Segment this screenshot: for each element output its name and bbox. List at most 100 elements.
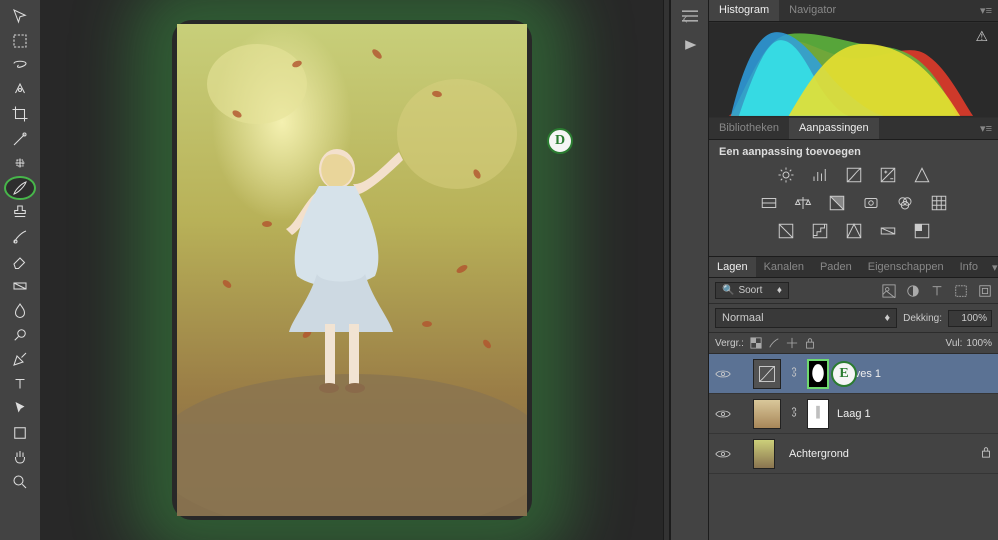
eyedropper-tool[interactable]	[4, 127, 36, 152]
tab-navigator[interactable]: Navigator	[779, 0, 846, 21]
adjustment-thumb[interactable]	[753, 359, 781, 389]
lut-icon[interactable]	[929, 194, 949, 212]
lock-icon	[980, 446, 992, 461]
layer-thumb[interactable]	[753, 439, 775, 469]
blur-tool[interactable]	[4, 298, 36, 323]
layer-row-curves[interactable]: Curves 1 E	[709, 354, 998, 394]
tab-lagen[interactable]: Lagen	[709, 257, 756, 277]
pen-tool[interactable]	[4, 347, 36, 372]
layers-tabs: Lagen Kanalen Paden Eigenschappen Info ▾…	[709, 256, 998, 278]
hand-tool[interactable]	[4, 445, 36, 470]
opacity-label: Dekking:	[903, 313, 942, 324]
filter-shape-icon[interactable]	[954, 284, 968, 298]
gradient-map-icon[interactable]	[878, 222, 898, 240]
layer-filter-dropdown[interactable]: 🔍Soort♦	[715, 282, 789, 299]
layers-flyout-icon[interactable]: ▾≡	[986, 257, 998, 277]
lock-position-icon[interactable]	[786, 337, 798, 349]
lock-transparency-icon[interactable]	[750, 337, 762, 349]
stamp-tool[interactable]	[4, 200, 36, 225]
layer-mask-thumb[interactable]	[807, 359, 829, 389]
collapsed-panel-strip	[670, 0, 708, 540]
tab-aanpassingen[interactable]: Aanpassingen	[789, 118, 879, 139]
filter-pixel-icon[interactable]	[882, 284, 896, 298]
histogram-tabs: Histogram Navigator ▾≡	[709, 0, 998, 22]
visibility-toggle[interactable]	[715, 366, 731, 382]
fill-field[interactable]: 100%	[966, 338, 992, 349]
adjustments-heading: Een aanpassing toevoegen	[719, 146, 988, 158]
tab-kanalen[interactable]: Kanalen	[756, 257, 812, 277]
hue-icon[interactable]	[759, 194, 779, 212]
path-select-tool[interactable]	[4, 396, 36, 421]
adjustments-flyout-icon[interactable]: ▾≡	[974, 118, 998, 139]
layer-row-achtergrond[interactable]: Achtergrond	[709, 434, 998, 474]
tab-info[interactable]: Info	[952, 257, 986, 277]
filter-type-icon[interactable]	[930, 284, 944, 298]
marker-e: E	[831, 361, 857, 387]
healing-tool[interactable]	[4, 151, 36, 176]
histogram-warning-icon[interactable]: ⚠	[975, 28, 988, 45]
zoom-tool[interactable]	[4, 470, 36, 495]
brush-tool[interactable]	[4, 176, 36, 201]
dodge-tool[interactable]	[4, 323, 36, 348]
blend-row: Normaal♦ Dekking: 100%	[709, 304, 998, 333]
lock-row: Vergr.: Vul: 100%	[709, 333, 998, 354]
quick-select-tool[interactable]	[4, 78, 36, 103]
expand-panel-icon[interactable]	[680, 8, 700, 27]
invert-icon[interactable]	[776, 222, 796, 240]
levels-icon[interactable]	[810, 166, 830, 184]
balance-icon[interactable]	[793, 194, 813, 212]
fill-label: Vul:	[946, 338, 963, 349]
crop-tool[interactable]	[4, 102, 36, 127]
canvas-area[interactable]: D	[40, 0, 663, 540]
marker-d: D	[547, 128, 573, 154]
tab-histogram[interactable]: Histogram	[709, 0, 779, 21]
exposure-icon[interactable]	[878, 166, 898, 184]
tab-bibliotheken[interactable]: Bibliotheken	[709, 118, 789, 139]
opacity-field[interactable]: 100%	[948, 310, 992, 327]
tab-paden[interactable]: Paden	[812, 257, 860, 277]
adjustments-tabs: Bibliotheken Aanpassingen ▾≡	[709, 118, 998, 140]
channel-mixer-icon[interactable]	[895, 194, 915, 212]
layer-list: Curves 1 E Laag 1 Achtergrond	[709, 354, 998, 540]
layer-thumb[interactable]	[753, 399, 781, 429]
posterize-icon[interactable]	[810, 222, 830, 240]
histogram-display: ⚠	[709, 22, 998, 118]
lasso-tool[interactable]	[4, 53, 36, 78]
shape-tool[interactable]	[4, 421, 36, 446]
brightness-icon[interactable]	[776, 166, 796, 184]
layer-row-laag1[interactable]: Laag 1	[709, 394, 998, 434]
move-tool[interactable]	[4, 4, 36, 29]
eraser-tool[interactable]	[4, 249, 36, 274]
layer-filter-label: Soort	[738, 285, 762, 296]
visibility-toggle[interactable]	[715, 446, 731, 462]
adjustments-panel: Een aanpassing toevoegen	[709, 140, 998, 256]
marquee-tool[interactable]	[4, 29, 36, 54]
blend-mode-dropdown[interactable]: Normaal♦	[715, 308, 897, 328]
layer-name[interactable]: Achtergrond	[789, 448, 849, 460]
type-tool[interactable]	[4, 372, 36, 397]
panel-separator[interactable]	[663, 0, 670, 540]
history-brush-tool[interactable]	[4, 225, 36, 250]
link-icon[interactable]	[789, 405, 799, 422]
lock-label: Vergr.:	[715, 338, 744, 349]
selective-color-icon[interactable]	[912, 222, 932, 240]
document-canvas[interactable]	[177, 24, 527, 516]
gradient-tool[interactable]	[4, 274, 36, 299]
lock-pixels-icon[interactable]	[768, 337, 780, 349]
filter-smart-icon[interactable]	[978, 284, 992, 298]
photo-filter-icon[interactable]	[861, 194, 881, 212]
histogram-flyout-icon[interactable]: ▾≡	[974, 0, 998, 21]
lock-all-icon[interactable]	[804, 337, 816, 349]
threshold-icon[interactable]	[844, 222, 864, 240]
vibrance-icon[interactable]	[912, 166, 932, 184]
layer-mask-thumb[interactable]	[807, 399, 829, 429]
link-icon[interactable]	[789, 365, 799, 382]
filter-adjust-icon[interactable]	[906, 284, 920, 298]
layer-name[interactable]: Laag 1	[837, 408, 871, 420]
tab-eigenschappen[interactable]: Eigenschappen	[860, 257, 952, 277]
bw-icon[interactable]	[827, 194, 847, 212]
play-action-icon[interactable]	[680, 37, 700, 56]
curves-icon[interactable]	[844, 166, 864, 184]
right-panels: Histogram Navigator ▾≡ ⚠ Bibliotheken Aa…	[708, 0, 998, 540]
visibility-toggle[interactable]	[715, 406, 731, 422]
